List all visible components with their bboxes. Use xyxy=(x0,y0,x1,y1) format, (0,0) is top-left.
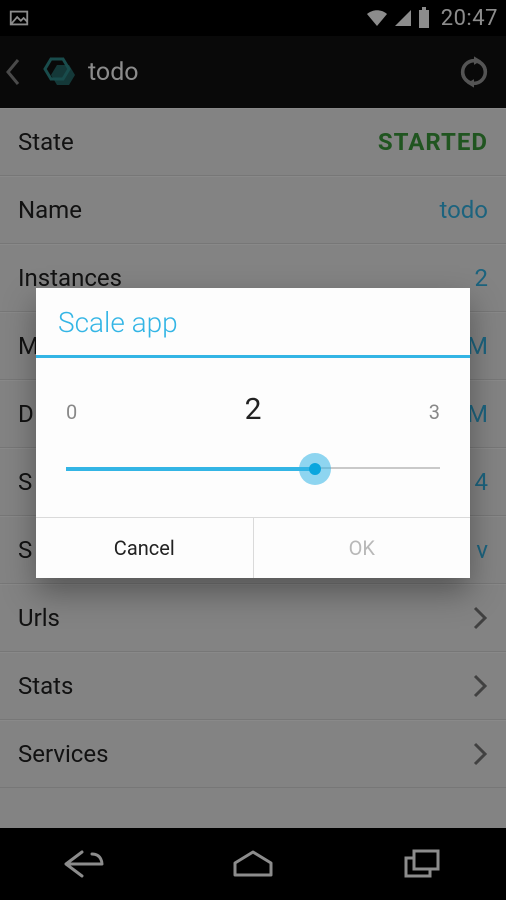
slider-labels: 0 2 3 xyxy=(66,392,440,427)
slider-min-label: 0 xyxy=(66,400,77,424)
screen: 20:47 todo State STARTED Name todo Insta xyxy=(0,0,506,900)
slider-current-value: 2 xyxy=(245,392,262,427)
slider-thumb[interactable] xyxy=(299,453,331,485)
dialog-button-bar: Cancel OK xyxy=(36,517,470,578)
instances-slider[interactable] xyxy=(66,449,440,489)
scale-app-dialog: Scale app 0 2 3 Cancel OK xyxy=(36,288,470,578)
dialog-body: 0 2 3 xyxy=(36,358,470,517)
cancel-button[interactable]: Cancel xyxy=(36,518,254,578)
slider-fill xyxy=(66,467,315,471)
slider-max-label: 3 xyxy=(429,400,440,424)
ok-button[interactable]: OK xyxy=(254,518,471,578)
dialog-title: Scale app xyxy=(36,288,470,355)
